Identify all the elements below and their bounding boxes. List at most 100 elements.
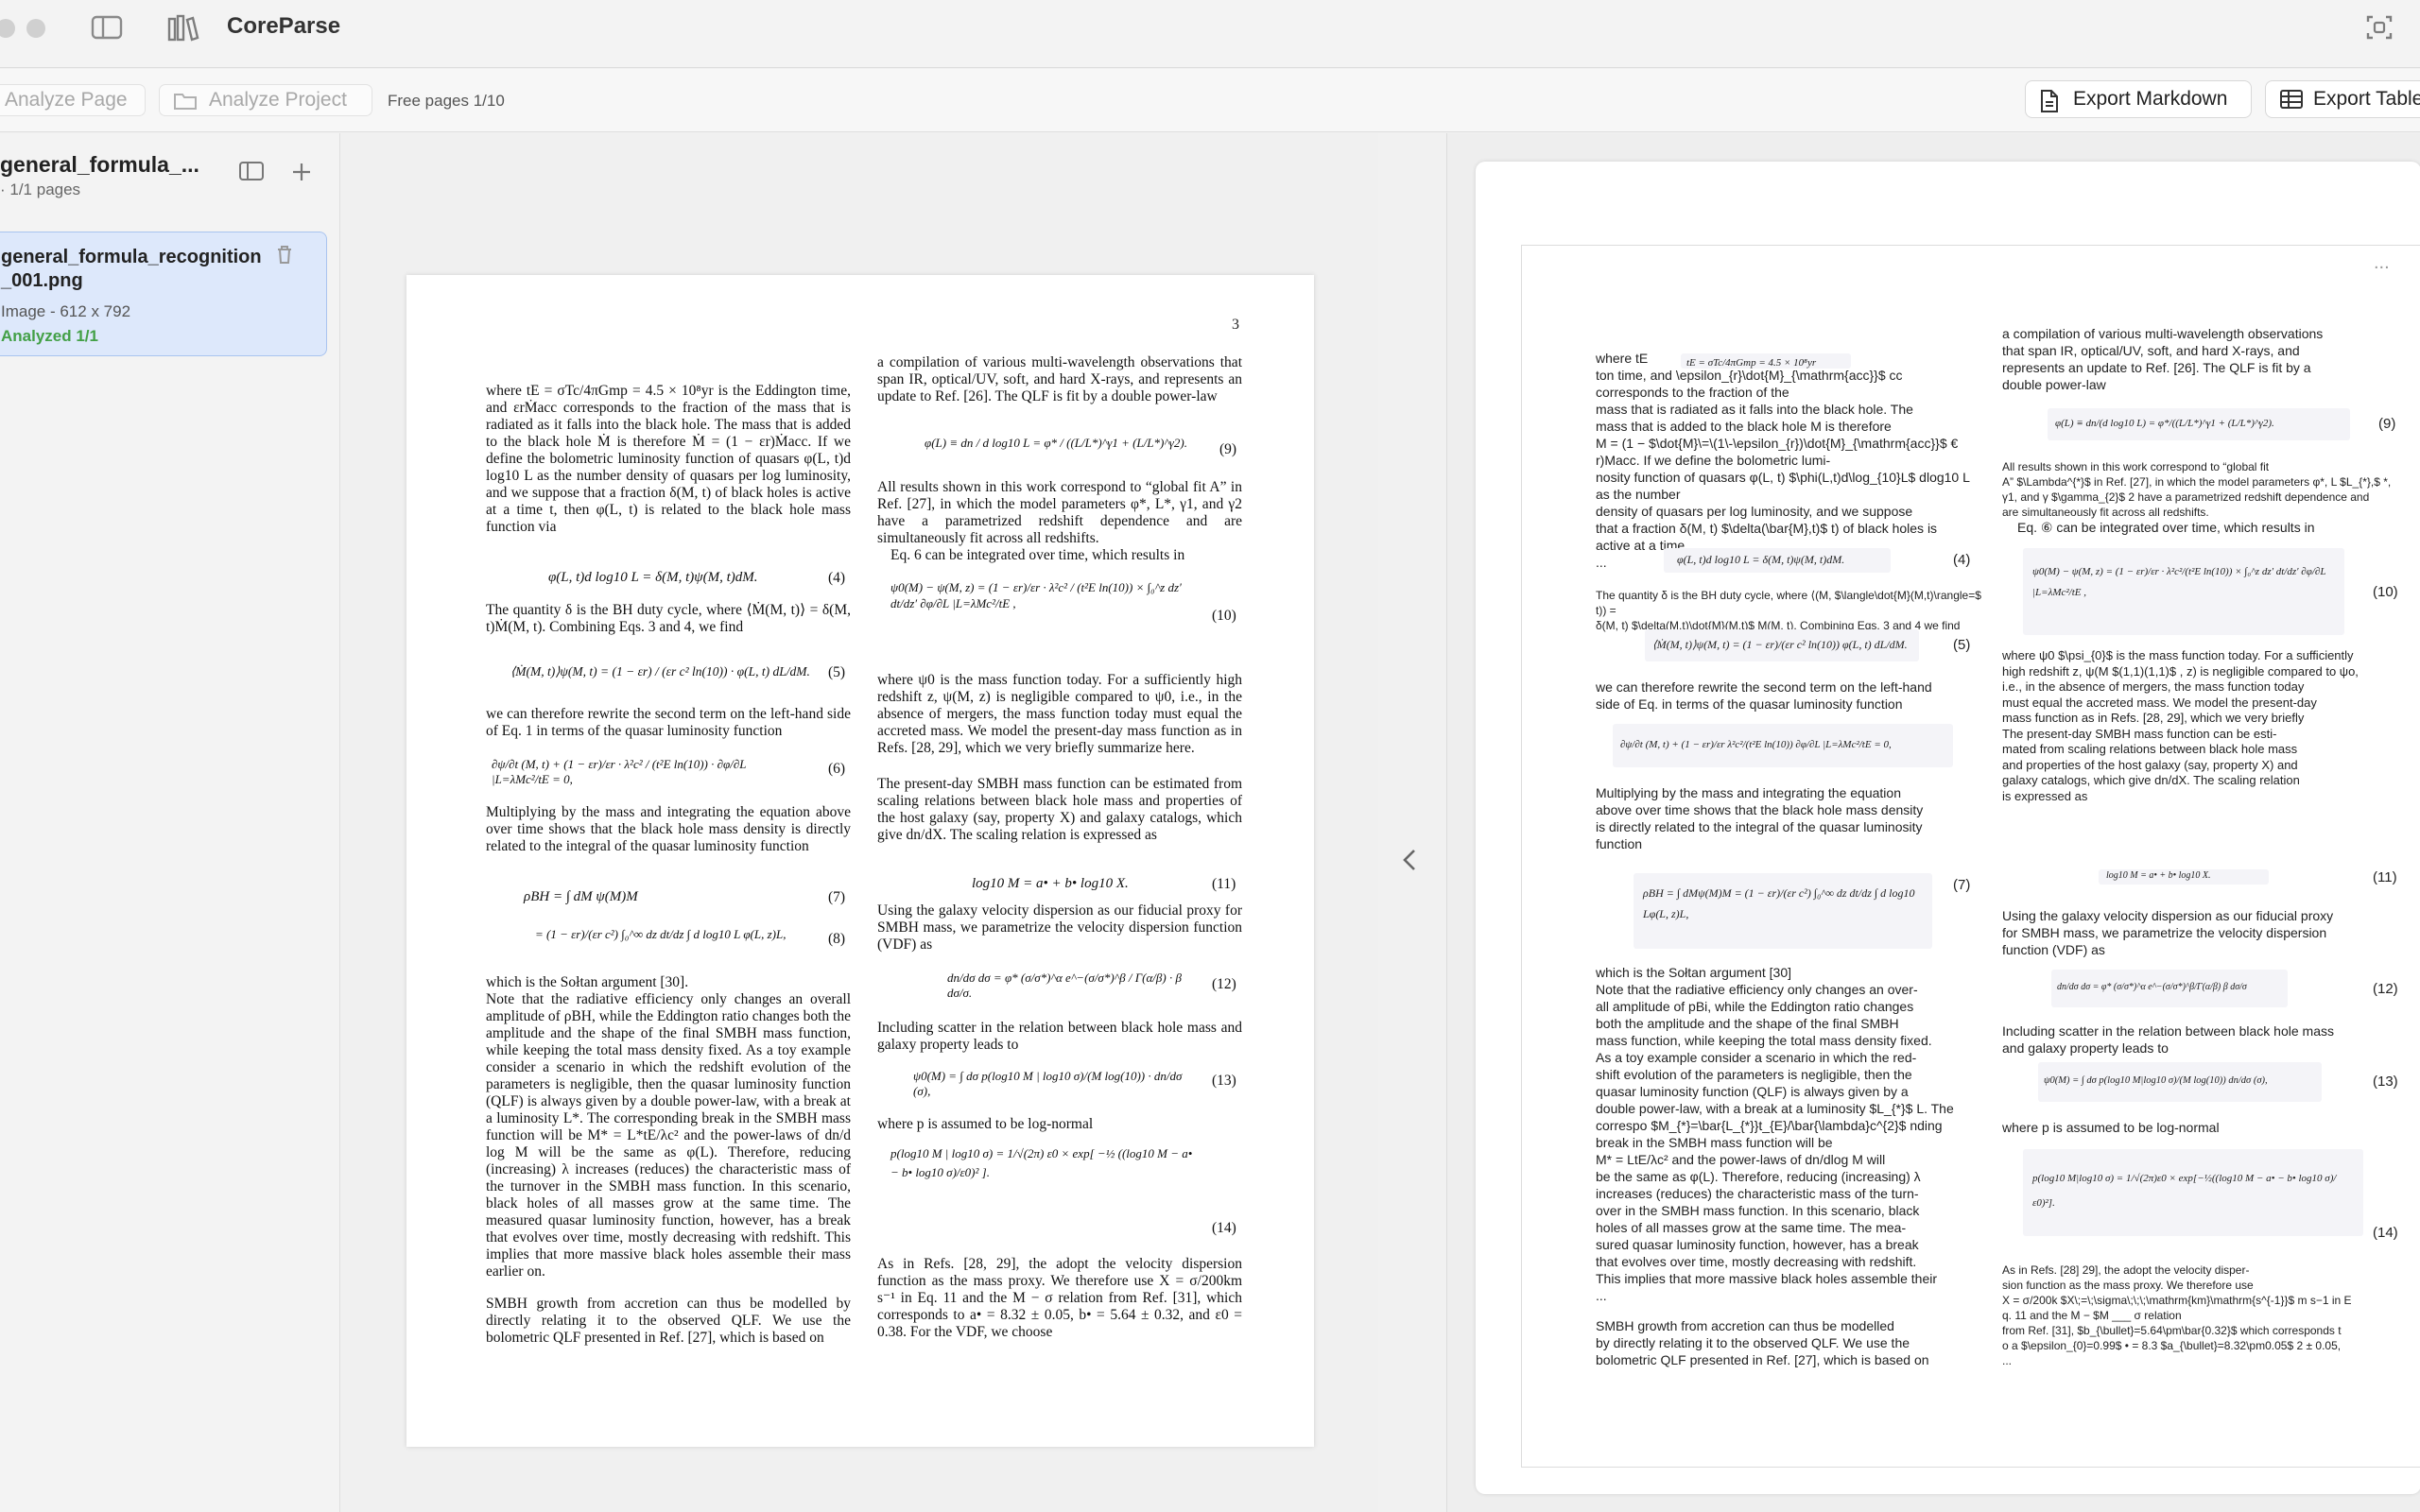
result-line: double power-law (2002, 377, 2106, 392)
result-line: The present-day SMBH mass function can b… (2002, 726, 2277, 741)
result-line: As a toy example consider a scenario in … (1596, 1050, 1917, 1065)
result-left-block-1: where tE ton time, and \epsilon_{r}\dot{… (1596, 350, 1974, 571)
export-markdown-button[interactable]: Export Markdown (2025, 80, 2252, 118)
file-meta: Image - 612 x 792 (1, 302, 131, 320)
result-line: ... (1596, 1288, 1607, 1303)
result-line: i.e., in the absence of mergers, the mas… (2002, 679, 2305, 694)
result-line: is directly related to the integral of t… (1596, 819, 1923, 834)
result-line: Note that the radiative efficiency only … (1596, 982, 1918, 997)
src-left-para-3: we can therefore rewrite the second term… (486, 706, 851, 739)
analyze-project-button[interactable]: Analyze Project (159, 84, 372, 116)
result-eq-13-box: ψ0(M) = ∫ dσ p(log10 M|log10 σ)/(M log(1… (2038, 1062, 2322, 1102)
result-line: All results shown in this work correspon… (2002, 460, 2270, 473)
src-right-para-5: The present-day SMBH mass function can b… (877, 776, 1242, 843)
result-line: The quantity δ is the BH duty cycle, whe… (1596, 589, 1981, 617)
collapse-panel-button[interactable] (1392, 841, 1429, 879)
library-icon[interactable] (166, 13, 199, 42)
src-right-para-2: All results shown in this work correspon… (877, 479, 1242, 546)
result-line: sion function as the mass proxy. We ther… (2002, 1279, 2254, 1292)
result-line: γ1, and γ $\gamma_{2}$ 2 have a parametr… (2002, 490, 2370, 504)
table-icon (2280, 90, 2303, 109)
result-eq-10-number: (10) (2373, 584, 2398, 600)
src-right-para-4: where ψ0 is the mass function today. For… (877, 672, 1242, 756)
result-line: function (VDF) as (2002, 942, 2105, 957)
result-line: This implies that more massive black hol… (1596, 1271, 1938, 1286)
file-list-item[interactable]: general_formula_recognition_001.png Imag… (0, 232, 327, 356)
result-line: galaxy catalogs, which give dn/dX. The s… (2002, 773, 2300, 787)
analyze-project-label: Analyze Project (209, 89, 347, 111)
add-file-icon[interactable] (289, 160, 318, 184)
source-page-viewer[interactable]: 3 where tE = σTc/4πGmp = 4.5 × 10⁸yr is … (341, 133, 1378, 1512)
result-eq-9: φ(L) ≡ dn/(d log10 L) = φ*/((L/L*)^γ1 + … (2055, 418, 2274, 429)
result-line: a compilation of various multi-wavelengt… (2002, 326, 2324, 341)
result-line: are simultaneously fit across all redshi… (2002, 506, 2209, 519)
src-eq-12: dn/dσ dσ = φ* (σ/σ*)^α e^−(σ/σ*)^β / Γ(α… (947, 971, 1182, 1000)
trash-icon[interactable] (275, 244, 296, 266)
result-eq-12: dn/dσ dσ = φ* (σ/σ*)^α e^−(σ/σ*)^β/Γ(α/β… (2057, 982, 2247, 992)
result-line: is expressed as (2002, 788, 2088, 803)
project-sidebar: general_formula_... · 1/1 pages general_… (0, 133, 340, 1512)
result-right-block-6: where p is assumed to be log-normal (2002, 1119, 2380, 1136)
result-eq-6: ∂ψ/∂t (M, t) + (1 − εr)/εr λ²c²/(t²E ln(… (1620, 739, 1892, 750)
project-page-count: · 1/1 pages (0, 180, 81, 198)
result-eq-4-box: φ(L, t)d log10 L = δ(M, t)ψ(M, t)dM. (1664, 548, 1891, 573)
result-line: for SMBH mass, we parametrize the veloci… (2002, 925, 2327, 940)
sidebar-toggle-icon[interactable] (91, 13, 123, 42)
window-minimize-button[interactable] (26, 19, 45, 38)
result-panel: ... where tE ton time, and \epsilon_{r}\… (1476, 162, 2420, 1494)
result-line: Multiplying by the mass and integrating … (1596, 785, 1901, 800)
result-line: where ψ0 $\psi_{0}$ is the mass function… (2002, 648, 2354, 662)
result-line: above over time shows that the black hol… (1596, 802, 1924, 817)
free-pages-counter: Free pages 1/10 (388, 92, 505, 110)
window-close-button[interactable] (0, 19, 15, 38)
toolbar: Analyze Page Analyze Project Free pages … (0, 69, 2420, 132)
analyze-page-button[interactable]: Analyze Page (0, 84, 146, 116)
result-left-block-3: we can therefore rewrite the second term… (1596, 679, 1974, 713)
result-line: A” $\Lambda^{*}$ in Ref. [27], in which … (2002, 475, 2392, 489)
src-left-para-2: The quantity δ is the BH duty cycle, whe… (486, 602, 851, 635)
result-right-block-3: where ψ0 $\psi_{0}$ is the mass function… (2002, 648, 2418, 804)
src-eq-11: log10 M = a• + b• log10 X. (972, 876, 1129, 891)
src-eq-14: p(log10 M | log10 σ) = 1/√(2π) ε0 × exp[… (890, 1146, 1193, 1179)
export-table-button[interactable]: Export Table (2265, 80, 2420, 118)
result-line: from Ref. [31], $b_{\bullet}=5.64\pm\bar… (2002, 1324, 2342, 1337)
result-line: high redshift z, ψ(M $(1,1)(1,1)$ , z) i… (2002, 663, 2359, 679)
source-page: 3 where tE = σTc/4πGmp = 4.5 × 10⁸yr is … (406, 275, 1314, 1447)
src-right-para-1: a compilation of various multi-wavelengt… (877, 354, 1242, 404)
analyze-page-label: Analyze Page (5, 89, 128, 111)
folder-icon (174, 94, 197, 110)
result-eq-11: log10 M = a• + b• log10 X. (2106, 870, 2211, 881)
result-eq-7: ρBH = ∫ dMψ(M)M = (1 − εr)/(εr c²) ∫₀^∞ … (1643, 886, 1915, 920)
result-line: M = (1 − $\dot{M}\=\(1\-\epsilon_{r})\do… (1596, 436, 1959, 468)
screenshot-capture-icon[interactable] (2365, 13, 2397, 42)
result-eq-6-box: ∂ψ/∂t (M, t) + (1 − εr)/εr λ²c²/(t²E ln(… (1613, 724, 1953, 767)
result-right-block-1: a compilation of various multi-wavelengt… (2002, 325, 2380, 393)
result-eq-4: φ(L, t)d log10 L = δ(M, t)ψ(M, t)dM. (1677, 553, 1845, 566)
src-eq-9: φ(L) ≡ dn / d log10 L = φ* / ((L/L*)^γ1 … (925, 436, 1188, 450)
result-inline-eq: tE = σTc/4πGmp = 4.5 × 10⁸yr (1686, 357, 1817, 369)
result-right-block-2: All results shown in this work correspon… (2002, 459, 2418, 535)
analysis-status: Analyzed 1/1 (1, 327, 98, 345)
result-line: Using the galaxy velocity dispersion as … (2002, 908, 2334, 923)
src-left-para-4: Multiplying by the mass and integrating … (486, 804, 851, 854)
result-page[interactable]: where tE ton time, and \epsilon_{r}\dot{… (1521, 245, 2420, 1468)
result-line: holes of all masses grow at the same tim… (1596, 1220, 1907, 1235)
result-line: must equal the accreted mass. We model t… (2002, 695, 2317, 710)
src-eq-13-number: (13) (1212, 1073, 1236, 1089)
result-line: all amplitude of pBi, while the Eddingto… (1596, 999, 1914, 1014)
title-bar: CoreParse (0, 0, 2420, 68)
panel-layout-icon[interactable] (238, 160, 267, 184)
src-eq-6-number: (6) (828, 761, 846, 777)
result-eq-7-box: ρBH = ∫ dMψ(M)M = (1 − εr)/(εr c²) ∫₀^∞ … (1634, 873, 1932, 949)
result-line: that span IR, optical/UV, soft, and hard… (2002, 343, 2300, 358)
result-line: mass function, while keeping the total m… (1596, 1033, 1932, 1048)
result-eq-13: ψ0(M) = ∫ dσ p(log10 M|log10 σ)/(M log(1… (2044, 1075, 2268, 1086)
src-eq-14-number: (14) (1212, 1220, 1236, 1236)
project-name: general_formula_... (0, 152, 199, 177)
result-line: we can therefore rewrite the second term… (1596, 679, 1932, 695)
result-line: and galaxy property leads to (2002, 1040, 2169, 1056)
result-line: shift evolution of the parameters is neg… (1596, 1067, 1912, 1082)
result-eq-9-number: (9) (2378, 416, 2396, 432)
src-right-para-7: Including scatter in the relation betwee… (877, 1020, 1242, 1053)
result-left-block-4: Multiplying by the mass and integrating … (1596, 784, 1974, 852)
